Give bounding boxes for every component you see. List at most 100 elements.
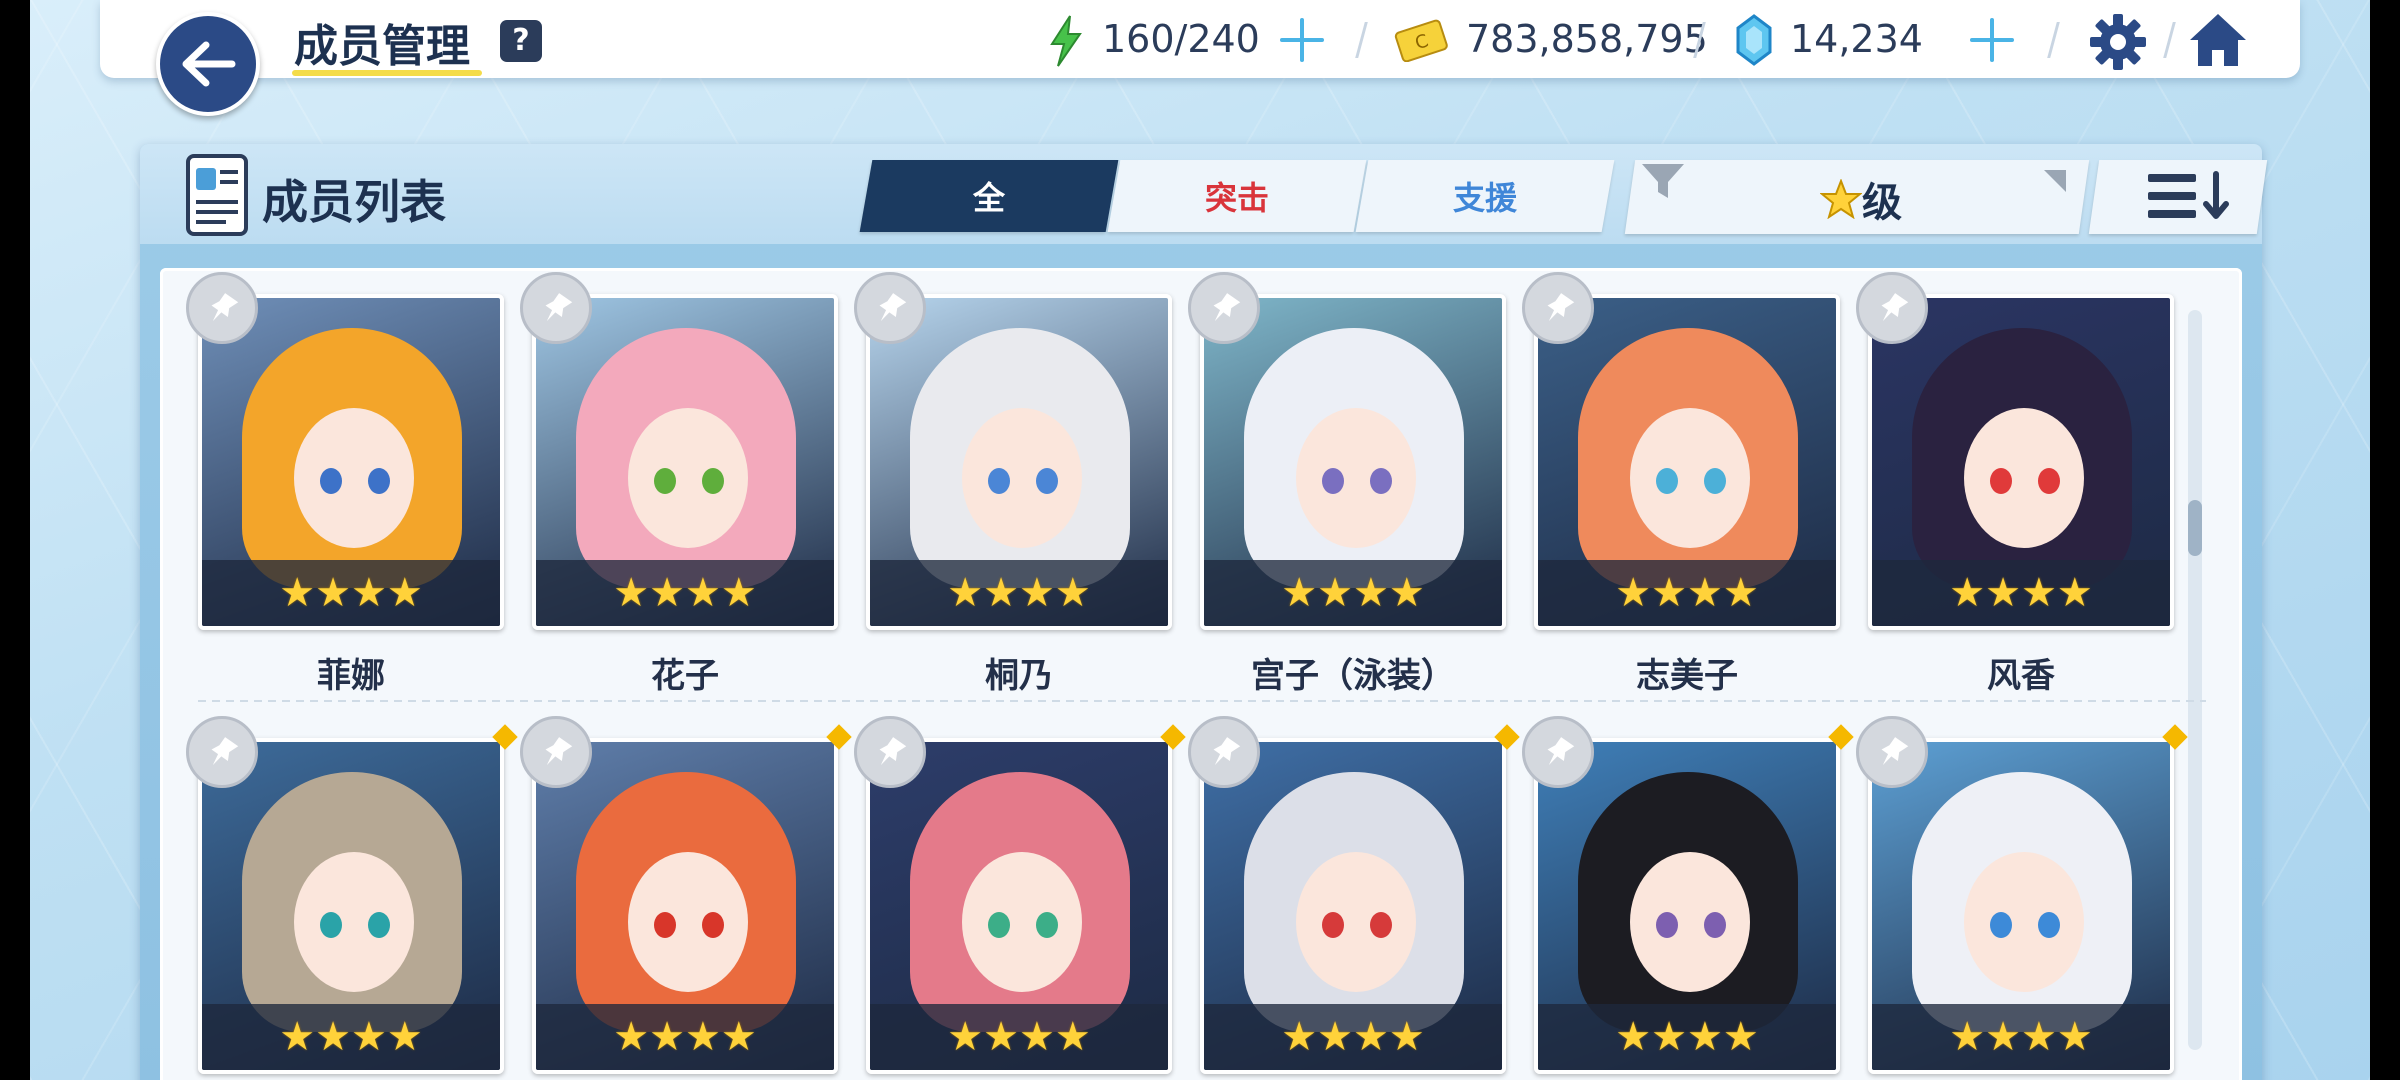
portrait-face [962,852,1082,992]
member-list-title: 成员列表 [262,175,446,229]
star-rating-stars: ★★★★ [1281,570,1425,616]
ap-bolt-icon [1050,15,1082,67]
star-rating: ★★★★ [1538,560,1836,626]
pin-icon [879,737,907,766]
star-rating: ★★★★ [536,560,834,626]
star-rating-stars: ★★★★ [1949,1014,2093,1060]
back-button[interactable] [156,12,260,116]
character-name: 志美子 [1636,656,1738,696]
pin-button[interactable] [520,272,592,344]
character-card[interactable]: ★★★★ [1868,738,2174,1074]
character-card[interactable]: ★★★★ [1200,294,1506,630]
star-rating: ★★★★ [1538,1004,1836,1070]
star-rating-stars: ★★★★ [279,570,423,616]
portrait-face [1964,852,2084,992]
tab-striker[interactable]: 突击 [1107,160,1367,232]
star-rating: ★★★★ [1872,560,2170,626]
pin-button[interactable] [1856,272,1928,344]
star-rating: ★★★★ [536,1004,834,1070]
pin-button[interactable] [1188,716,1260,788]
pin-button[interactable] [1522,272,1594,344]
tab-special[interactable]: 支援 [1355,160,1615,232]
character-card[interactable]: ★★★★ [1200,738,1506,1074]
portrait-eye [654,912,676,938]
star-rating: ★★★★ [202,1004,500,1070]
pyroxene-value: 14,234 [1790,17,1923,61]
portrait-eye [1990,468,2012,494]
portrait-eye [1704,468,1726,494]
character-name: 花子 [651,656,719,696]
character-card[interactable]: ★★★★ [198,294,504,630]
star-rating-stars: ★★★★ [1949,570,2093,616]
gear-icon[interactable] [2088,12,2148,72]
page-title: 成员管理 [294,21,470,72]
portrait-eye [320,468,342,494]
star-rating: ★★★★ [1204,1004,1502,1070]
star-rating-stars: ★★★★ [947,1014,1091,1060]
scrollbar[interactable] [2188,310,2202,1050]
portrait-eye [1322,468,1344,494]
star-rating: ★★★★ [870,560,1168,626]
portrait-eye [1704,912,1726,938]
sort-descending-icon [2148,171,2229,219]
home-icon[interactable] [2186,10,2250,70]
pin-icon [545,293,573,322]
portrait-eye [1990,912,2012,938]
character-card[interactable]: ★★★★ [1868,294,2174,630]
character-card[interactable]: ★★★★ [1534,738,1840,1074]
portrait-face [1296,852,1416,992]
pin-button[interactable] [854,272,926,344]
character-card[interactable]: ★★★★ [866,294,1172,630]
corner-triangle-icon [2044,170,2066,192]
pin-button[interactable] [186,272,258,344]
pin-button[interactable] [1188,272,1260,344]
star-rating-stars: ★★★★ [1615,570,1759,616]
portrait-eye [988,912,1010,938]
scrollbar-thumb[interactable] [2188,500,2202,556]
portrait-face [294,852,414,992]
ap-value: 160/240 [1102,17,1260,61]
star-rating: ★★★★ [870,1004,1168,1070]
pin-icon [1881,737,1909,766]
portrait-eye [1036,468,1058,494]
character-name: 菲娜 [317,656,385,696]
portrait-face [628,852,748,992]
portrait-eye [2038,912,2060,938]
star-rating-stars: ★★★★ [1281,1014,1425,1060]
portrait-face [294,408,414,548]
sort-criteria: 级 [1820,170,1902,228]
pyroxene-add-button[interactable] [1970,18,2014,62]
character-card[interactable]: ★★★★ [198,738,504,1074]
portrait-eye [702,468,724,494]
tab-striker-label: 突击 [1204,179,1269,217]
pin-icon [1213,737,1241,766]
star-rating-stars: ★★★★ [279,1014,423,1060]
star-rating: ★★★★ [1204,560,1502,626]
character-name: 桐乃 [985,656,1053,696]
character-card[interactable]: ★★★★ [1534,294,1840,630]
pin-button[interactable] [1522,716,1594,788]
portrait-eye [2038,468,2060,494]
character-name: 宫子（泳装） [1251,656,1455,696]
portrait-eye [1322,912,1344,938]
portrait-eye [1036,912,1058,938]
portrait-eye [988,468,1010,494]
pin-button[interactable] [186,716,258,788]
title-underline [292,70,482,76]
character-card[interactable]: ★★★★ [532,294,838,630]
pyroxene-gem-icon [1736,14,1772,66]
pin-icon [1213,293,1241,322]
tab-all[interactable]: 全 [859,160,1119,232]
ap-add-button[interactable] [1280,18,1324,62]
pin-button[interactable] [520,716,592,788]
portrait-eye [1656,912,1678,938]
character-card[interactable]: ★★★★ [866,738,1172,1074]
pin-button[interactable] [854,716,926,788]
credits-value: 783,858,795 [1466,17,1708,61]
character-card[interactable]: ★★★★ [532,738,838,1074]
portrait-eye [654,468,676,494]
pin-button[interactable] [1856,716,1928,788]
credit-card-icon: C [1394,19,1448,62]
portrait-face [1296,408,1416,548]
help-button[interactable]: ? [500,20,542,62]
